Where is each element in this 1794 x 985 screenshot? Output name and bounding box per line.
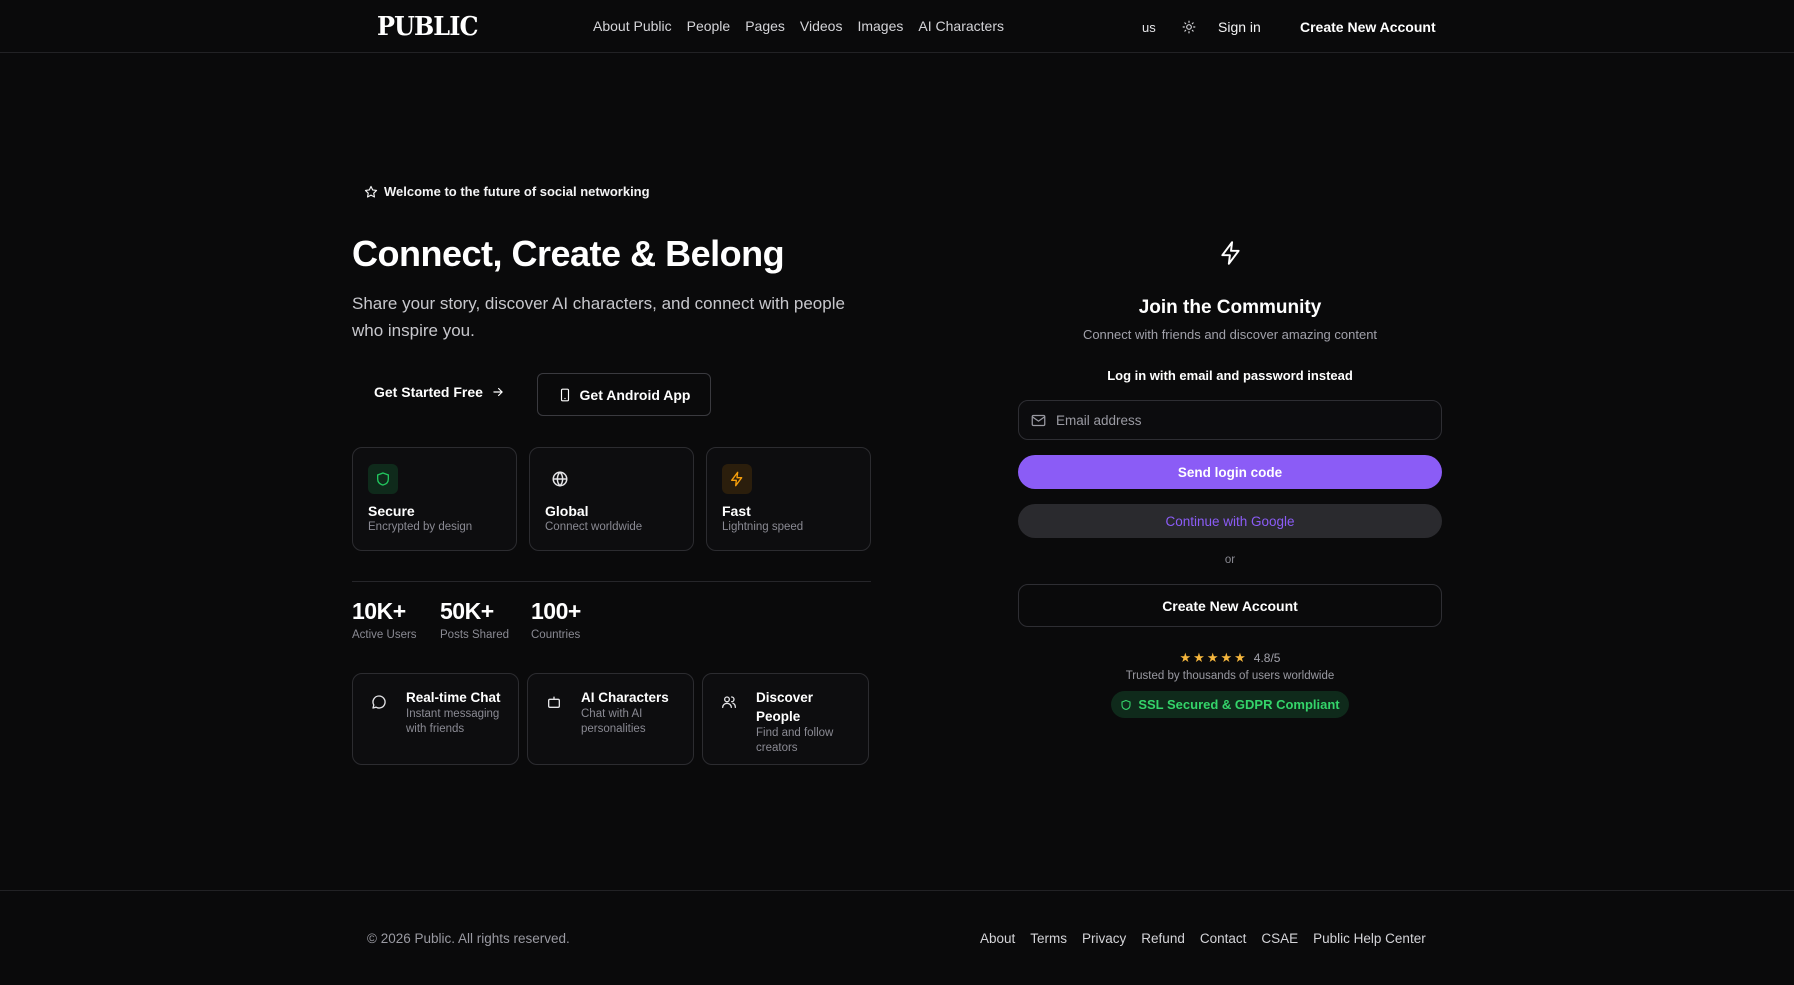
feature-title: Global (545, 503, 589, 519)
nav-link-ai-characters[interactable]: AI Characters (918, 18, 1004, 34)
mail-icon (1031, 414, 1046, 427)
rating-star-icon: ★ (1193, 650, 1205, 665)
highlight-desc: Find and follow creators (756, 727, 834, 754)
footer-link-terms[interactable]: Terms (1030, 931, 1067, 946)
chat-bubble-icon (371, 694, 387, 715)
nav-link-pages[interactable]: Pages (745, 18, 785, 34)
send-login-code-button[interactable]: Send login code (1018, 455, 1442, 489)
public-logo[interactable]: PUBLIC (377, 12, 479, 42)
shield-icon (368, 464, 398, 494)
rating-value: 4.8/5 (1253, 651, 1281, 665)
rating-star-icon: ★ (1179, 650, 1192, 665)
get-android-app-label: Get Android App (579, 386, 691, 403)
nav-link-about-public[interactable]: About Public (593, 18, 672, 34)
feature-title: Fast (722, 503, 751, 519)
users-icon (721, 694, 737, 715)
robot-icon (546, 694, 562, 715)
create-account-link[interactable]: Create New Account (1300, 19, 1436, 35)
nav-link-images[interactable]: Images (857, 18, 903, 34)
continue-with-google-button[interactable]: Continue with Google (1018, 504, 1442, 538)
feature-desc: Connect worldwide (545, 521, 643, 533)
rating-star-icon: ★ (1206, 650, 1219, 665)
footer-link-help-center[interactable]: Public Help Center (1313, 931, 1426, 946)
highlight-card-discover-people[interactable]: Discover People Find and follow creators (702, 673, 869, 765)
sign-in-link[interactable]: Sign in (1218, 19, 1300, 35)
footer-link-about[interactable]: About (980, 931, 1015, 946)
get-started-button[interactable]: Get Started Free (374, 384, 505, 400)
smartphone-icon (560, 388, 569, 401)
highlight-title: Discover People (756, 690, 814, 724)
nav-link-people[interactable]: People (687, 18, 731, 34)
highlight-desc: Chat with AI personalities (581, 708, 646, 735)
ssl-badge-text: SSL Secured & GDPR Compliant (1138, 697, 1340, 712)
arrow-right-icon (493, 387, 503, 397)
auth-subtitle: Connect with friends and discover amazin… (1082, 327, 1378, 342)
footer-link-privacy[interactable]: Privacy (1082, 931, 1126, 946)
footer-link-refund[interactable]: Refund (1141, 931, 1185, 946)
footer-link-csae[interactable]: CSAE (1261, 931, 1298, 946)
section-divider (352, 581, 871, 582)
nav-link-videos[interactable]: Videos (800, 18, 843, 34)
email-input[interactable] (1056, 412, 1416, 428)
password-login-link[interactable]: Log in with email and password instead (1018, 368, 1442, 383)
footer-link-contact[interactable]: Contact (1200, 931, 1247, 946)
feature-card-secure: Secure Encrypted by design (352, 447, 517, 551)
star-icon (364, 185, 378, 198)
welcome-badge: Welcome to the future of social networki… (364, 184, 650, 199)
highlight-card-ai-characters[interactable]: AI Characters Chat with AI personalities (527, 673, 694, 765)
create-account-button[interactable]: Create New Account (1018, 584, 1442, 627)
feature-card-fast: Fast Lightning speed (706, 447, 871, 551)
highlight-card-realtime-chat[interactable]: Real-time Chat Instant messaging with fr… (352, 673, 519, 765)
stat-label: Active Users (352, 629, 417, 641)
stat-countries: 100+ Countries (531, 598, 581, 641)
language-selector[interactable]: us (1142, 20, 1182, 35)
stat-value: 50K+ (440, 598, 494, 624)
stat-value: 10K+ (352, 598, 406, 624)
copyright: © 2026 Public. All rights reserved. (367, 931, 570, 946)
top-navigation-bar: PUBLIC About Public People Pages Videos … (0, 0, 1794, 53)
highlight-title: AI Characters (581, 690, 669, 705)
get-android-app-button[interactable]: Get Android App (537, 373, 711, 416)
sun-icon (1182, 20, 1196, 34)
rating-star-icon: ★ (1234, 650, 1246, 665)
auth-title: Join the Community (1138, 297, 1322, 318)
or-separator: or (1224, 554, 1236, 566)
footer-links: About Terms Privacy Refund Contact CSAE … (980, 931, 1426, 946)
shield-icon (1121, 699, 1131, 710)
lightning-icon (1221, 241, 1240, 265)
feature-desc: Encrypted by design (368, 521, 473, 533)
stat-posts-shared: 50K+ Posts Shared (440, 598, 509, 641)
nav-actions: us Sign in Create New Account (1142, 16, 1436, 38)
highlight-desc: Instant messaging with friends (406, 708, 500, 735)
hero-subtitle: Share your story, discover AI characters… (352, 294, 845, 340)
theme-toggle[interactable] (1182, 16, 1218, 38)
welcome-badge-text: Welcome to the future of social networki… (384, 184, 650, 199)
feature-desc: Lightning speed (722, 521, 804, 533)
lightning-icon (722, 464, 752, 494)
email-field-wrapper (1018, 400, 1442, 440)
stat-label: Posts Shared (440, 629, 510, 641)
feature-title: Secure (368, 503, 415, 519)
rating-row: ★ ★ ★ ★ ★ 4.8/5 (1018, 650, 1442, 666)
get-started-label: Get Started Free (374, 384, 483, 400)
trusted-text: Trusted by thousands of users worldwide (1125, 670, 1335, 682)
main-nav: About Public People Pages Videos Images … (593, 18, 1004, 34)
hero-title: Connect, Create & Belong (352, 233, 785, 274)
ssl-badge: SSL Secured & GDPR Compliant (1111, 691, 1349, 718)
footer: © 2026 Public. All rights reserved. Abou… (0, 890, 1794, 985)
globe-icon (545, 464, 575, 494)
rating-star-icon: ★ (1220, 650, 1233, 665)
stat-label: Countries (531, 629, 581, 641)
feature-card-global: Global Connect worldwide (529, 447, 694, 551)
highlight-title: Real-time Chat (406, 690, 501, 705)
stat-value: 100+ (531, 598, 581, 624)
stat-active-users: 10K+ Active Users (352, 598, 417, 641)
